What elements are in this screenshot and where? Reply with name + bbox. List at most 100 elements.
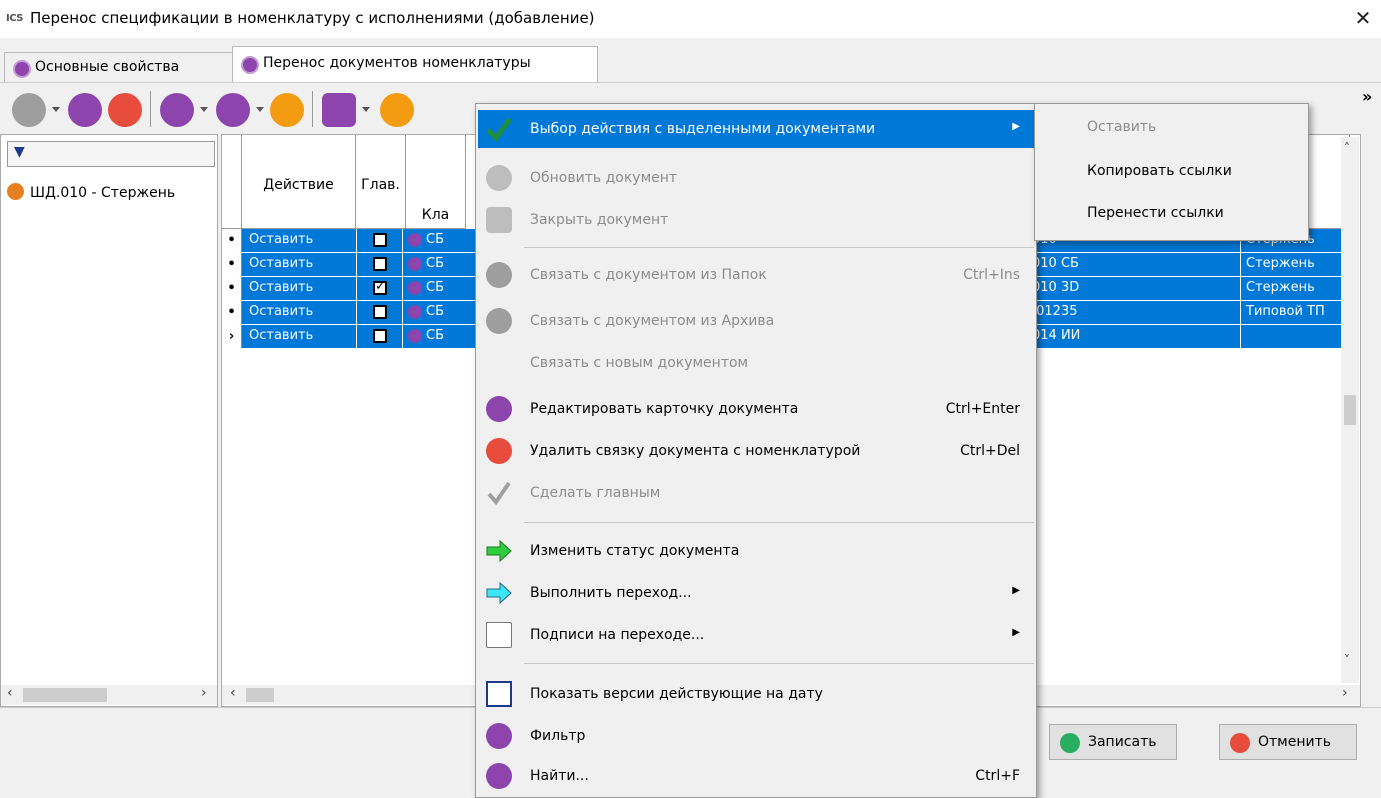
tree-item[interactable]: ШД.010 - Стержень	[7, 183, 175, 201]
menu-item-edit-card[interactable]: Редактировать карточку документа Ctrl+En…	[478, 390, 1034, 428]
cell-name: Стержень	[1246, 256, 1315, 271]
close-button[interactable]: ✕	[1350, 5, 1376, 31]
menu-item-change-status[interactable]: Изменить статус документа	[478, 532, 1034, 570]
header-action[interactable]: Действие	[242, 135, 356, 229]
menu-item-make-main[interactable]: Сделать главным	[478, 474, 1034, 512]
cyan-arrow-icon	[486, 581, 512, 605]
tab-label: Перенос документов номенклатуры	[263, 55, 531, 71]
close-icon	[1230, 733, 1250, 753]
cell-action[interactable]: Оставить	[249, 328, 313, 343]
submenu-arrow-icon: ▶	[1012, 585, 1020, 596]
chevron-down-icon[interactable]	[52, 107, 60, 112]
cell-divider	[1240, 301, 1241, 324]
window-title: Перенос спецификации в номенклатуру с ис…	[30, 9, 595, 27]
chevron-down-icon[interactable]	[362, 107, 370, 112]
header-main[interactable]: Глав.	[356, 135, 406, 229]
scroll-right-arrow[interactable]: ›	[201, 685, 207, 701]
chain-link-icon[interactable]	[160, 93, 194, 127]
menu-item-label: Сделать главным	[530, 485, 661, 501]
menu-item-label: Выбор действия с выделенными документами	[530, 121, 876, 137]
delete-trash-icon[interactable]	[108, 93, 142, 127]
cancel-button[interactable]: Отменить	[1219, 724, 1357, 760]
arrow-next-icon[interactable]	[380, 93, 414, 127]
cell-action[interactable]: Оставить	[249, 304, 313, 319]
menu-item-link-new-document[interactable]: Связать с новым документом	[478, 344, 1034, 382]
cell-action[interactable]: Оставить	[249, 256, 313, 271]
submenu-item-copy-links[interactable]: Копировать ссылки	[1037, 152, 1305, 192]
save-button[interactable]: Записать	[1049, 724, 1177, 760]
menu-item-choose-action[interactable]: Выбор действия с выделенными документами…	[478, 110, 1034, 148]
tree-filter-button[interactable]: ▼	[7, 141, 215, 167]
cell-designation: 010 3D	[1032, 280, 1080, 295]
app-logo: ICS	[6, 13, 23, 24]
cell-divider	[1240, 277, 1241, 300]
scroll-up-arrow[interactable]: ˄	[1344, 141, 1350, 155]
main-checkbox[interactable]	[373, 257, 387, 271]
class-icon	[408, 257, 422, 271]
chevron-down-icon[interactable]	[256, 107, 264, 112]
menu-item-label: Изменить статус документа	[530, 543, 740, 559]
menu-item-find[interactable]: Найти... Ctrl+F	[478, 757, 1034, 795]
menu-item-show-versions[interactable]: Показать версии действующие на дату	[478, 675, 1034, 713]
document-icon[interactable]	[216, 93, 250, 127]
menu-item-label: Выполнить переход...	[530, 585, 692, 601]
cell-divider	[402, 229, 403, 252]
cell-class: СБ	[426, 304, 444, 319]
row-indicator: •	[222, 301, 242, 324]
tree-pane: ▼ ШД.010 - Стержень ‹ ›	[0, 134, 218, 707]
grid-vertical-scrollbar[interactable]: ˄ ˅	[1341, 137, 1359, 683]
document-icon	[13, 60, 31, 78]
menu-item-refresh-document[interactable]: Обновить документ	[478, 159, 1034, 197]
main-checkbox[interactable]	[373, 305, 387, 319]
more-icon[interactable]: »	[1362, 87, 1372, 106]
refresh-icon[interactable]	[270, 93, 304, 127]
tree-horizontal-scrollbar[interactable]: ‹ ›	[1, 685, 217, 705]
scrollbar-thumb[interactable]	[23, 688, 107, 702]
cell-divider	[356, 253, 357, 276]
archive-link-icon	[486, 308, 512, 334]
printer-icon[interactable]	[322, 93, 356, 127]
cell-divider	[356, 325, 357, 348]
menu-item-delete-link[interactable]: Удалить связку документа с номенклатурой…	[478, 432, 1034, 470]
save-button-label: Записать	[1088, 734, 1157, 750]
menu-item-label: Фильтр	[530, 728, 586, 744]
main-checkbox[interactable]	[373, 233, 387, 247]
menu-separator	[524, 663, 1034, 664]
menu-item-filter[interactable]: Фильтр	[478, 717, 1034, 755]
cell-class: СБ	[426, 328, 444, 343]
scroll-down-arrow[interactable]: ˅	[1344, 653, 1350, 667]
main-checkbox[interactable]	[373, 329, 387, 343]
row-indicator: •	[222, 229, 242, 252]
header-class[interactable]: Кла	[406, 135, 466, 229]
tab-transfer-documents[interactable]: Перенос документов номенклатуры	[232, 46, 598, 82]
submenu-item-move-links[interactable]: Перенести ссылки	[1037, 194, 1305, 234]
edit-pencil-icon[interactable]	[68, 93, 102, 127]
menu-item-label: Удалить связку документа с номенклатурой	[530, 443, 861, 459]
scroll-left-arrow[interactable]: ‹	[7, 685, 13, 701]
scroll-left-arrow[interactable]: ‹	[230, 685, 236, 701]
cell-action[interactable]: Оставить	[249, 280, 313, 295]
versions-table-icon	[486, 681, 512, 707]
submenu-item-keep[interactable]: Оставить	[1037, 108, 1305, 148]
menu-item-label: Связать с документом из Архива	[530, 313, 775, 329]
tab-main-properties[interactable]: Основные свойства	[4, 52, 234, 82]
scroll-right-arrow[interactable]: ›	[1342, 685, 1348, 701]
menu-item-link-from-archive[interactable]: Связать с документом из Архива	[478, 302, 1034, 340]
menu-item-label: Подписи на переходе...	[530, 627, 705, 643]
row-indicator: ›	[222, 325, 242, 348]
menu-item-execute-transition[interactable]: Выполнить переход... ▶	[478, 574, 1034, 612]
row-indicator: •	[222, 253, 242, 276]
class-icon	[408, 305, 422, 319]
menu-item-transition-signatures[interactable]: Подписи на переходе... ▶	[478, 616, 1034, 654]
assembly-icon	[7, 183, 24, 200]
download-link-icon[interactable]	[12, 93, 46, 127]
download-link-icon	[486, 262, 512, 288]
scrollbar-thumb[interactable]	[1344, 395, 1356, 425]
cell-action[interactable]: Оставить	[249, 232, 313, 247]
scrollbar-thumb[interactable]	[246, 688, 274, 702]
chevron-down-icon[interactable]	[200, 107, 208, 112]
cell-divider	[402, 325, 403, 348]
menu-item-close-document[interactable]: Закрыть документ	[478, 201, 1034, 239]
main-checkbox-checked[interactable]	[373, 279, 387, 295]
menu-item-link-from-folders[interactable]: Связать с документом из Папок Ctrl+Ins	[478, 256, 1034, 294]
